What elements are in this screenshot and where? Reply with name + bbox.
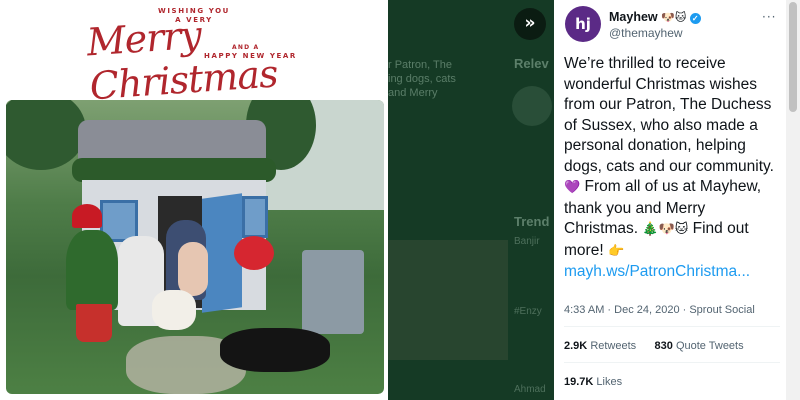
background-tweet-snippet: r Patron, The ing dogs, cats and Merry <box>388 59 456 99</box>
garden-chair <box>302 250 364 334</box>
tweet-stats: 2.9K Retweets 830 Quote Tweets <box>564 340 744 352</box>
collapse-panel-button[interactable]: » <box>514 8 546 40</box>
quote-tweets-stat[interactable]: 830 Quote Tweets <box>655 340 744 352</box>
avatar[interactable]: hj <box>565 6 601 42</box>
tweet-timestamp[interactable]: 4:33 AM · Dec 24, 2020 · Sprout Social <box>564 304 755 316</box>
scrollbar[interactable] <box>786 0 800 400</box>
author-name[interactable]: Mayhew 🐶🐱 ✓ <box>609 10 701 24</box>
purple-heart-emoji: 💜 <box>564 180 581 195</box>
tweet-link[interactable]: mayh.ws/PatronChristma... <box>564 263 750 280</box>
relevant-people-heading: Relev <box>514 56 549 71</box>
tweet-text: We’re thrilled to receive wonderful Chri… <box>564 55 774 280</box>
christmas-card-image[interactable]: WISHING YOU A VERY Merry Christmas AND A… <box>0 0 388 400</box>
likes-stat[interactable]: 19.7K Likes <box>564 376 622 388</box>
retweets-stat[interactable]: 2.9K Retweets <box>564 340 636 352</box>
verified-badge-icon: ✓ <box>689 13 701 24</box>
dog-cat-emoji: 🐶🐱 <box>661 11 687 24</box>
red-bow <box>72 204 102 228</box>
playhouse-garland <box>72 158 276 182</box>
black-dog <box>220 328 330 372</box>
trends-heading: Trend <box>514 214 550 229</box>
playhouse-window <box>242 196 268 238</box>
author-handle[interactable]: @themayhew <box>609 26 683 40</box>
photo-tree <box>6 100 86 170</box>
beagle-dog <box>152 290 196 330</box>
card-happy-new-year-text: HAPPY NEW YEAR <box>204 52 297 60</box>
dimmed-background-page: r Patron, The ing dogs, cats and Merry R… <box>388 0 554 400</box>
divider <box>564 362 780 363</box>
small-christmas-tree <box>66 230 118 310</box>
trend-item: #Enzy <box>514 306 542 317</box>
trend-item: Banjir <box>514 236 540 247</box>
tweet-panel: hj Mayhew 🐶🐱 ✓ @themayhew ··· We’re thri… <box>554 0 786 400</box>
pointing-hand-emoji: 👉 <box>607 243 625 259</box>
double-chevron-right-icon: » <box>524 13 536 33</box>
trend-item: Ahmad <box>514 384 546 395</box>
more-options-icon[interactable]: ··· <box>762 10 776 24</box>
person-child <box>178 242 208 296</box>
family-photo <box>6 100 384 394</box>
divider <box>564 326 780 327</box>
tweet-media-viewer: WISHING YOU A VERY Merry Christmas AND A… <box>0 0 800 400</box>
card-and-a-text: AND A <box>232 44 260 51</box>
red-planter <box>76 304 112 342</box>
scrollbar-thumb[interactable] <box>789 2 797 112</box>
poinsettia <box>234 236 274 270</box>
relevant-avatar <box>512 86 552 126</box>
tree-dog-cat-emoji: 🎄🐶🐱 <box>642 222 689 237</box>
background-thumbnail <box>388 240 508 360</box>
